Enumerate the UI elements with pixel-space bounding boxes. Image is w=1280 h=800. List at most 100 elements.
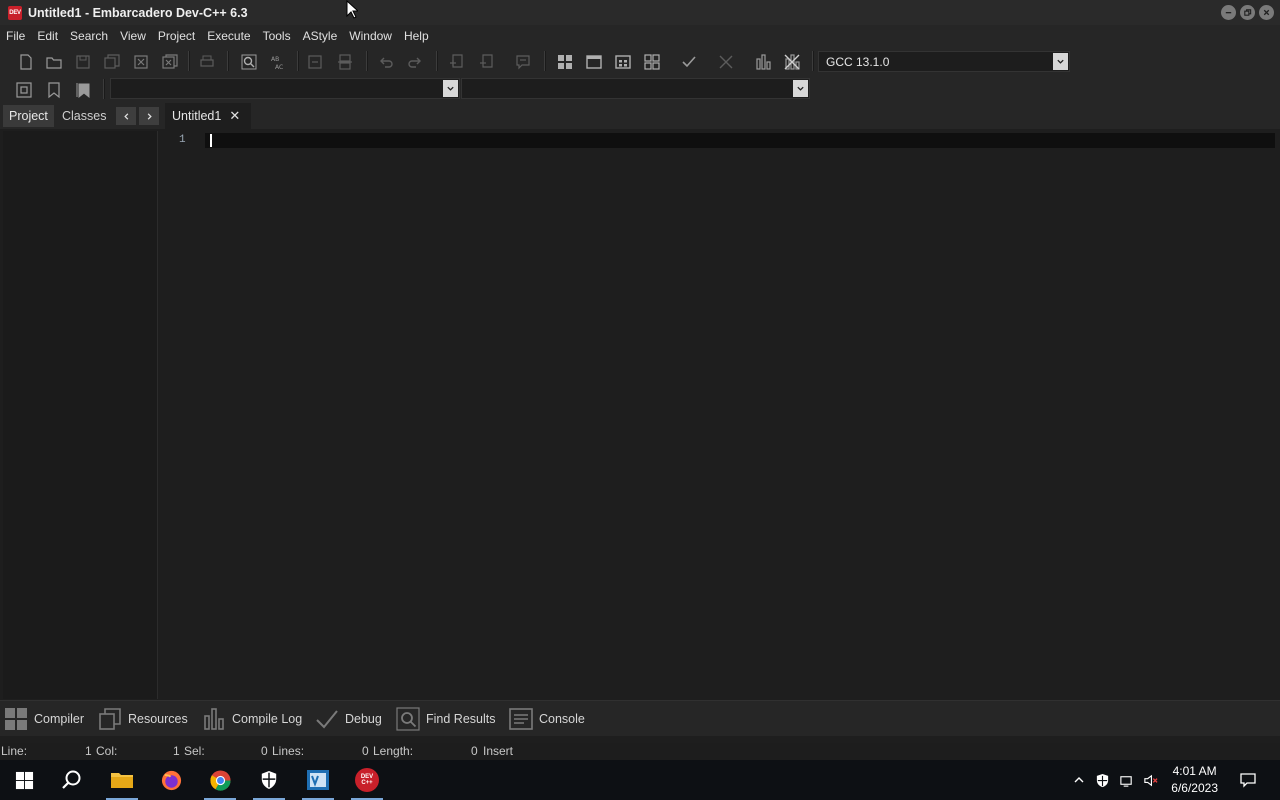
menu-project[interactable]: Project: [152, 25, 201, 47]
tab-find-results[interactable]: Find Results: [396, 706, 495, 732]
minimize-button[interactable]: [1221, 5, 1236, 20]
profile-button[interactable]: [752, 51, 774, 73]
tab-compile-log-label: Compile Log: [232, 712, 303, 726]
clock-time: 4:01 AM: [1172, 764, 1217, 778]
chevron-down-icon: [793, 80, 808, 97]
save-all-button[interactable]: [101, 51, 123, 73]
tab-compile-log[interactable]: Compile Log: [202, 706, 302, 732]
unindent-button[interactable]: [334, 51, 356, 73]
minimize-icon: [1225, 12, 1232, 14]
taskbar-clock[interactable]: 4:01 AM 6/6/2023: [1171, 763, 1218, 797]
menu-tools[interactable]: Tools: [257, 25, 297, 47]
open-button[interactable]: [43, 51, 65, 73]
redo-button[interactable]: [404, 51, 426, 73]
taskbar-devcpp[interactable]: DEV C++: [343, 760, 391, 800]
taskbar-chrome[interactable]: [196, 760, 244, 800]
tab-classes[interactable]: Classes: [56, 105, 112, 127]
tray-volume[interactable]: [1140, 760, 1160, 800]
close-file-button[interactable]: [130, 51, 152, 73]
shield-icon: [261, 771, 277, 789]
title-bar[interactable]: DEV Untitled1 - Embarcadero Dev-C++ 6.3: [0, 0, 1280, 25]
abort-compilation-button[interactable]: [715, 51, 737, 73]
menu-file[interactable]: File: [0, 25, 31, 47]
remove-project-button[interactable]: [476, 51, 498, 73]
taskbar-firefox[interactable]: [147, 760, 195, 800]
close-all-button[interactable]: [159, 51, 181, 73]
editor-tab-untitled1[interactable]: Untitled1 ✕: [165, 103, 251, 129]
taskbar-search-button[interactable]: [48, 760, 96, 800]
goto-bookmark-button[interactable]: [72, 79, 94, 101]
menu-astyle[interactable]: AStyle: [297, 25, 344, 47]
unindent-icon: [338, 54, 352, 70]
close-icon: [1263, 9, 1270, 16]
notification-center-button[interactable]: [1234, 760, 1262, 800]
compile-run-button[interactable]: [612, 51, 634, 73]
menu-edit[interactable]: Edit: [31, 25, 64, 47]
tray-overflow-button[interactable]: [1068, 760, 1090, 800]
tab-console[interactable]: Console: [509, 706, 585, 732]
menu-help[interactable]: Help: [398, 25, 435, 47]
svg-text:AC: AC: [275, 64, 283, 71]
run-button[interactable]: [583, 51, 605, 73]
tab-resources[interactable]: Resources: [98, 706, 188, 732]
menu-view[interactable]: View: [114, 25, 152, 47]
new-file-button[interactable]: [15, 51, 37, 73]
status-lines-value: 0: [362, 744, 369, 758]
menu-window[interactable]: Window: [343, 25, 398, 47]
taskbar-file-explorer[interactable]: [98, 760, 146, 800]
code-editor[interactable]: 1: [165, 129, 1280, 700]
syntax-check-button[interactable]: [678, 51, 700, 73]
taskbar-visual-studio[interactable]: [294, 760, 342, 800]
menu-execute[interactable]: Execute: [201, 25, 256, 47]
tray-network[interactable]: [1116, 760, 1136, 800]
mouse-cursor-icon: [346, 0, 358, 19]
editor-tab-label: Untitled1: [172, 109, 222, 123]
replace-button[interactable]: AB AC: [267, 51, 289, 73]
tab-debug[interactable]: Debug: [315, 706, 382, 732]
find-button[interactable]: [238, 51, 260, 73]
left-panel-tabs: Project Classes: [0, 103, 165, 129]
save-button[interactable]: [72, 51, 94, 73]
indent-button[interactable]: [304, 51, 326, 73]
goto-button[interactable]: [13, 79, 35, 101]
tab-scroll-right-button[interactable]: [139, 107, 159, 125]
close-window-button[interactable]: [1259, 5, 1274, 20]
chevron-up-icon: [1074, 777, 1084, 783]
current-line-highlight: [205, 133, 1275, 148]
status-lines-label: Lines:: [272, 744, 305, 758]
text-caret: [210, 134, 212, 147]
restore-button[interactable]: [1240, 5, 1255, 20]
undo-button[interactable]: [375, 51, 397, 73]
new-project-button[interactable]: [446, 51, 468, 73]
compiler-select[interactable]: GCC 13.1.0: [818, 51, 1070, 72]
project-browser[interactable]: [3, 131, 158, 699]
status-col-label: Col:: [96, 744, 118, 758]
status-bar: Line: 1 Col: 1 Sel: 0 Lines: 0 Length: 0…: [0, 743, 1280, 760]
tray-security[interactable]: [1092, 760, 1112, 800]
delete-profile-button[interactable]: [781, 51, 803, 73]
compile-button[interactable]: [554, 51, 576, 73]
devcpp-icon: DEV C++: [355, 768, 379, 792]
member-select[interactable]: [461, 78, 810, 99]
start-button[interactable]: [0, 760, 48, 800]
toolbar-separator: [544, 51, 546, 71]
class-select[interactable]: [110, 78, 460, 99]
taskbar-security[interactable]: [245, 760, 293, 800]
bookmark-button[interactable]: [43, 79, 65, 101]
comment-button[interactable]: [512, 51, 534, 73]
firefox-icon: [161, 770, 181, 790]
compile-run-icon: [615, 55, 631, 69]
status-line-value: 1: [85, 744, 92, 758]
close-all-icon: [162, 54, 178, 69]
menu-search[interactable]: Search: [64, 25, 114, 47]
main-toolbar: AB AC GCC 13.1.0: [0, 47, 1280, 76]
tab-compiler[interactable]: Compiler: [4, 706, 84, 732]
close-tab-icon[interactable]: ✕: [229, 108, 240, 124]
rebuild-all-button[interactable]: [641, 51, 663, 73]
network-icon: [1119, 775, 1132, 787]
tab-scroll-left-button[interactable]: [116, 107, 136, 125]
tab-project[interactable]: Project: [3, 105, 54, 127]
print-button[interactable]: [196, 51, 218, 73]
toolbar-separator: [188, 51, 190, 71]
bookmarks-icon: [76, 83, 90, 99]
